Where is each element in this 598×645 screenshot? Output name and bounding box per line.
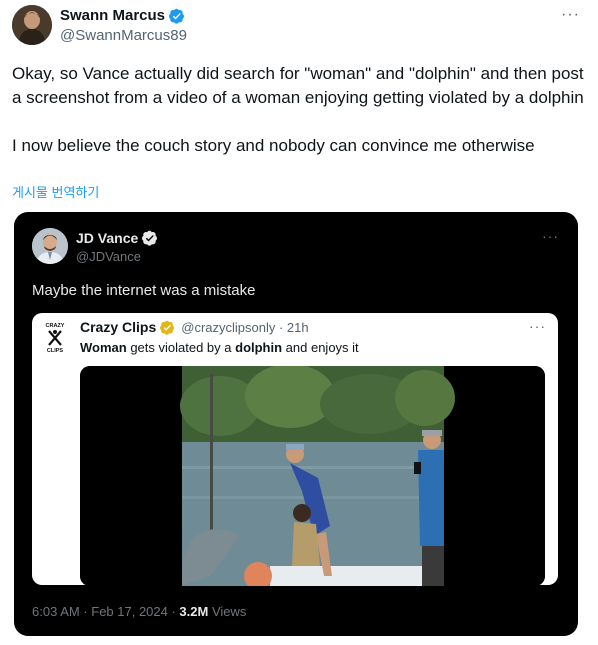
quoted-author-handle[interactable]: @JDVance	[76, 249, 141, 264]
author-name[interactable]: Swann Marcus	[60, 7, 185, 24]
quoted-author-name[interactable]: JD Vance	[76, 230, 158, 246]
quoted-more-options-icon[interactable]: ···	[542, 228, 559, 244]
nested-text-4: and enjoys it	[282, 340, 359, 355]
crazy-clips-logo[interactable]: CRAZY CLIPS	[42, 320, 68, 354]
timestamp-text[interactable]: 6:03 AM · Feb 17, 2024 ·	[32, 604, 179, 619]
quoted-tweet-text: Maybe the internet was a mistake	[32, 282, 256, 299]
video-thumbnail[interactable]	[80, 366, 545, 586]
svg-text:CLIPS: CLIPS	[47, 348, 64, 354]
views-count: 3.2M	[179, 604, 209, 619]
tweet-text: Okay, so Vance actually did search for "…	[12, 64, 584, 155]
nested-text-bold-3: dolphin	[235, 340, 283, 355]
nested-author[interactable]: Crazy Clips @crazyclipsonly · 21h	[80, 319, 309, 335]
more-options-icon[interactable]: ···	[561, 6, 580, 24]
author-handle[interactable]: @SwannMarcus89	[60, 27, 187, 44]
tweet-timestamp[interactable]: 6:03 AM · Feb 17, 2024 · 3.2M Views	[32, 604, 246, 619]
avatar[interactable]	[12, 5, 52, 45]
nested-text-bold-1: Woman	[80, 340, 127, 355]
nested-author-name[interactable]: Crazy Clips	[80, 319, 156, 335]
verified-gold-badge-icon	[160, 320, 175, 335]
nested-tweet-text: Woman gets violated by a dolphin and enj…	[80, 340, 359, 355]
svg-text:CRAZY: CRAZY	[46, 323, 65, 329]
nested-more-options-icon[interactable]: ···	[529, 318, 546, 334]
quoted-author-name-text[interactable]: JD Vance	[76, 230, 138, 246]
verified-badge-icon	[142, 230, 158, 246]
translate-post-link[interactable]: 게시물 번역하기	[12, 182, 99, 201]
verified-badge-icon	[169, 8, 185, 24]
author-name-text[interactable]: Swann Marcus	[60, 7, 165, 24]
quoted-avatar[interactable]	[32, 228, 68, 264]
views-label: Views	[208, 604, 247, 619]
nested-text-2: gets violated by a	[126, 340, 236, 355]
nested-handle-time[interactable]: @crazyclipsonly · 21h	[181, 320, 308, 335]
